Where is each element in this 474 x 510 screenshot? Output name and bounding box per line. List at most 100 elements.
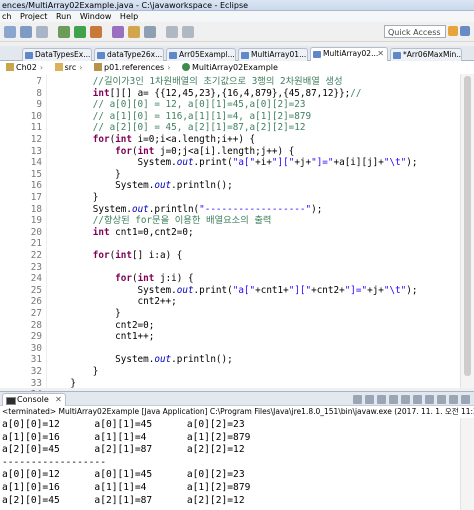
menu-bar: ch Project Run Window Help	[0, 11, 474, 22]
code-line[interactable]: //길이가3인 1차원배열의 초기값으로 3행의 2차원배열 생성	[48, 76, 343, 88]
print-icon[interactable]	[36, 26, 48, 38]
tab-label: dataType26x...	[107, 50, 163, 59]
line-number: 29	[30, 331, 42, 343]
java-file-icon	[241, 52, 249, 59]
code-line[interactable]: for(int[] i:a) {	[48, 250, 183, 262]
code-line[interactable]: cnt1++;	[48, 331, 154, 343]
console-line: ------------------	[2, 456, 106, 468]
tab-console[interactable]: Console ✕	[2, 393, 66, 406]
line-number: 15	[30, 168, 42, 180]
search-icon[interactable]	[144, 26, 156, 38]
console-vertical-scrollbar[interactable]	[460, 418, 474, 510]
terminate-icon[interactable]	[353, 395, 362, 404]
line-number: 17	[30, 192, 42, 203]
console-line: a[2][0]=45 a[2][1]=87 a[2][2]=12	[2, 494, 245, 506]
chevron-right-icon: ›	[167, 63, 171, 72]
open-type-icon[interactable]	[128, 26, 140, 38]
tab-label: *Arr06MaxMin...	[403, 50, 462, 59]
menu-item-help[interactable]: Help	[120, 11, 138, 22]
console-output[interactable]: a[0][0]=12 a[0][1]=45 a[0][2]=23 a[1][0]=…	[0, 418, 474, 510]
class-icon	[181, 63, 190, 71]
remove-launch-icon[interactable]	[365, 395, 374, 404]
menu-item-project[interactable]: Project	[20, 11, 47, 22]
code-line[interactable]: cnt2++;	[48, 296, 177, 308]
project-icon	[6, 63, 14, 71]
tab-arr06[interactable]: *Arr06MaxMin...	[390, 48, 462, 61]
console-line: a[0][0]=12 a[0][1]=45 a[0][2]=23	[2, 469, 245, 481]
new-icon[interactable]	[4, 26, 16, 38]
line-number: 28	[30, 319, 42, 331]
scrollbar-thumb[interactable]	[464, 76, 471, 376]
code-line[interactable]: int cnt1=0,cnt2=0;	[48, 227, 194, 239]
editor-vertical-scrollbar[interactable]	[460, 74, 474, 388]
close-icon[interactable]: ✕	[377, 48, 384, 60]
code-line[interactable]: for(int j=0;j<a[i].length;j++) {	[48, 146, 294, 158]
code-area[interactable]: //길이가3인 1차원배열의 초기값으로 3행의 2차원배열 생성 int[][…	[46, 74, 460, 388]
tab-datatypes[interactable]: DataTypesEx...	[22, 48, 92, 61]
run-icon[interactable]	[74, 26, 86, 38]
code-line[interactable]: System.out.println("------------------")…	[48, 204, 323, 216]
line-number: 20	[30, 226, 42, 238]
menu-item-window[interactable]: Window	[80, 11, 112, 22]
close-icon[interactable]: ✕	[55, 394, 62, 406]
tab-multiarray02[interactable]: MultiArray02... ✕	[310, 47, 388, 61]
tab-datatype26[interactable]: dataType26x...	[94, 48, 164, 61]
code-line[interactable]: System.out.println();	[48, 354, 233, 366]
forward-icon[interactable]	[182, 26, 194, 38]
code-line[interactable]: }	[48, 308, 121, 320]
code-line[interactable]: }	[48, 169, 121, 181]
code-line[interactable]: for(int i=0;i<a.length;i++) {	[48, 134, 255, 146]
chevron-right-icon: ›	[39, 63, 44, 72]
menu-item-search[interactable]: ch	[2, 11, 11, 22]
line-number: 12	[30, 134, 42, 145]
code-line[interactable]: System.out.println();	[48, 180, 233, 192]
line-number: 13	[30, 145, 42, 157]
code-line[interactable]: int[][] a= {{12,45,23},{16,4,879},{45,87…	[48, 88, 362, 100]
java-file-icon	[97, 52, 105, 59]
code-line[interactable]: // a[1][0] = 116,a[1][1]=4, a[1][2]=879	[48, 111, 311, 123]
maximize-icon[interactable]	[461, 395, 470, 404]
back-icon[interactable]	[166, 26, 178, 38]
line-number: 7	[36, 76, 42, 87]
code-line[interactable]: for(int j:i) {	[48, 273, 193, 285]
console-line: a[1][0]=16 a[1][1]=4 a[1][2]=879	[2, 482, 251, 493]
new-class-icon[interactable]	[112, 26, 124, 38]
code-line[interactable]: System.out.print("a["+cnt1+"]["+cnt2+"]=…	[48, 285, 418, 297]
java-file-icon	[169, 52, 177, 59]
code-line[interactable]: // a[0][0] = 12, a[0][1]=45,a[0][2]=23	[48, 99, 306, 111]
code-line[interactable]: System.out.print("a["+i+"]["+j+"]="+a[i]…	[48, 157, 418, 169]
save-icon[interactable]	[20, 26, 32, 38]
console-tab-bar: Console ✕	[0, 391, 474, 406]
code-line[interactable]: }	[48, 192, 99, 204]
debug-icon[interactable]	[58, 26, 70, 38]
display-console-icon[interactable]	[425, 395, 434, 404]
word-wrap-icon[interactable]	[401, 395, 410, 404]
pin-console-icon[interactable]	[413, 395, 422, 404]
code-line[interactable]: }	[48, 378, 76, 388]
console-tab-label: Console	[17, 395, 49, 404]
open-console-icon[interactable]	[437, 395, 446, 404]
code-editor[interactable]: 7 8 9 10 11 12 13 14 15 16 17 18 19 20 21 22 23 24 25 26 27 2…	[0, 74, 474, 412]
external-tools-icon[interactable]	[90, 26, 102, 38]
package-icon	[94, 63, 103, 71]
chevron-right-icon: ›	[79, 63, 83, 72]
tab-arr05[interactable]: Arr05Exampl...	[166, 48, 236, 61]
code-line[interactable]: }	[48, 366, 99, 378]
breadcrumb-class[interactable]: MultiArray02Example	[192, 61, 278, 74]
line-number-gutter: 7 8 9 10 11 12 13 14 15 16 17 18 19 20 21 22 23 24 25 26 27 2…	[0, 74, 47, 412]
breadcrumb-src[interactable]: src	[65, 61, 77, 74]
code-line[interactable]: //향상된 for문을 이용한 배열요소의 출력	[48, 215, 272, 227]
line-number: 31	[30, 354, 42, 366]
scroll-lock-icon[interactable]	[389, 395, 398, 404]
clear-console-icon[interactable]	[377, 395, 386, 404]
quick-access-input[interactable]: Quick Access	[384, 25, 446, 38]
perspective-debug-icon[interactable]	[460, 26, 470, 36]
breadcrumb-package[interactable]: p01.references	[104, 61, 164, 74]
tab-multiarray01[interactable]: MultiArray01...	[238, 48, 308, 61]
minimize-icon[interactable]	[449, 395, 458, 404]
menu-item-run[interactable]: Run	[56, 11, 71, 22]
code-line[interactable]: cnt2=0;	[48, 320, 154, 332]
perspective-java-icon[interactable]	[448, 26, 458, 36]
breadcrumb-project[interactable]: Ch02	[16, 61, 37, 74]
code-line[interactable]: // a[2][0] = 45, a[2][1]=87,a[2][2]=12	[48, 122, 306, 134]
